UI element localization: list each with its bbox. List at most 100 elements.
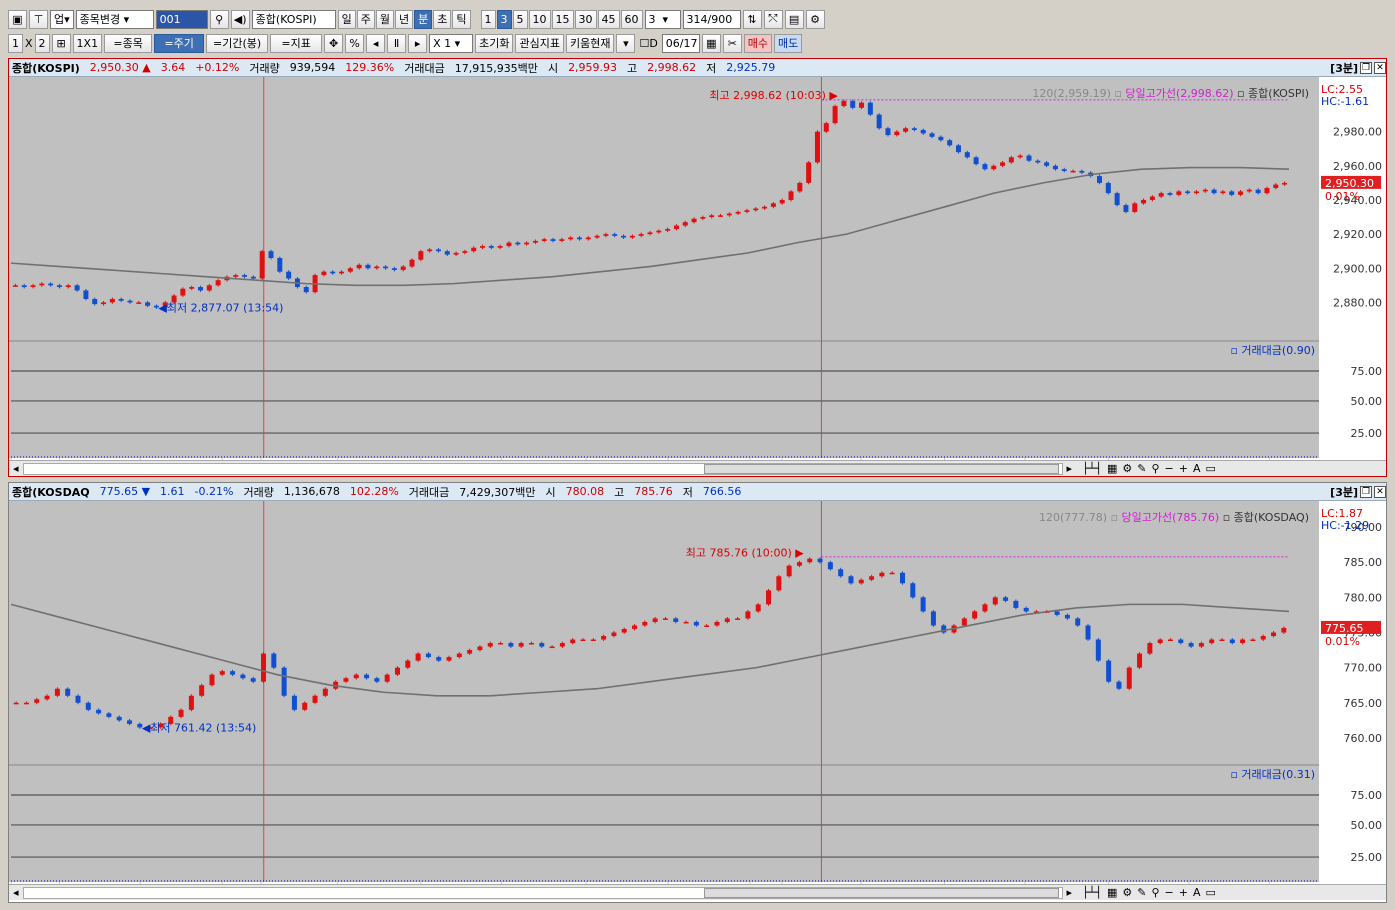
prev-icon[interactable]: ◂ — [366, 33, 386, 53]
minute-15[interactable]: 15 — [551, 9, 574, 29]
interest-indicator-button[interactable]: 관심지표 — [515, 33, 564, 53]
scroll-track[interactable] — [22, 886, 1063, 899]
candle — [85, 701, 91, 712]
by-range-button[interactable]: =기간(봉) — [206, 33, 269, 53]
zoom-slider-icon[interactable]: ├┴┤ — [1082, 462, 1102, 475]
layout-1-button[interactable]: 1 — [8, 33, 23, 53]
magnifier-icon[interactable]: ⚲ — [1151, 462, 1159, 475]
compare-icon[interactable]: ⇅ — [742, 9, 762, 29]
window-tool-icon[interactable]: ▭ — [1205, 462, 1215, 475]
interval-badge[interactable]: [3분] — [1330, 484, 1358, 500]
candle — [1105, 181, 1111, 195]
zoom-select[interactable]: X 1 ▾ — [429, 33, 474, 53]
minute-1[interactable]: 1 — [480, 9, 496, 29]
period-tick[interactable]: 틱 — [452, 9, 471, 29]
kiwoom-now-button[interactable]: 키움현재 — [565, 33, 615, 53]
grid-icon[interactable]: ⊞ — [51, 33, 71, 53]
scroll-left-icon[interactable]: ◂ — [9, 462, 23, 475]
scissors-icon[interactable]: ✂ — [722, 33, 742, 53]
scroll-thumb[interactable] — [703, 887, 1059, 898]
text-tool-icon[interactable]: A — [1193, 462, 1201, 475]
grid-1x1-button[interactable]: 1X1 — [72, 33, 103, 53]
interval-badge[interactable]: [3분] — [1330, 60, 1358, 76]
chart-tool-icon[interactable]: ⤲ — [763, 9, 783, 29]
by-stock-button[interactable]: =종목 — [104, 33, 153, 53]
period-value-select[interactable]: 3 ▾ — [644, 9, 681, 29]
pin-icon[interactable]: ⊤ — [29, 9, 48, 29]
scroll-right-icon[interactable]: ▸ — [1063, 462, 1077, 475]
count-display[interactable]: 314/900 — [682, 9, 741, 29]
window-icon[interactable]: ▣ — [8, 9, 27, 29]
minute-60[interactable]: 60 — [620, 9, 643, 29]
period-year[interactable]: 년 — [395, 9, 414, 29]
plus-icon[interactable]: + — [1179, 462, 1188, 475]
volume-ratio: 129.36% — [345, 61, 395, 74]
y-tick-label: 780.00 — [1344, 591, 1383, 604]
window-tool-icon[interactable]: ▭ — [1205, 886, 1215, 899]
candle — [920, 595, 926, 613]
interval-value: 3분 — [1335, 485, 1353, 499]
minus-icon[interactable]: − — [1165, 462, 1174, 475]
by-indicator-button[interactable]: =지표 — [270, 33, 323, 53]
minute-45[interactable]: 45 — [597, 9, 620, 29]
sell-button[interactable]: 매도 — [774, 33, 803, 53]
period-day[interactable]: 일 — [337, 9, 356, 29]
by-period-button[interactable]: =주기 — [154, 33, 205, 53]
minute-10[interactable]: 10 — [528, 9, 551, 29]
percent-button[interactable]: % — [345, 33, 365, 53]
dropdown-icon[interactable]: ▾ — [616, 33, 636, 53]
move-icon[interactable]: ✥ — [324, 33, 344, 53]
draw-tool-icon[interactable]: ✎ — [1137, 886, 1146, 899]
period-minute[interactable]: 분 — [414, 9, 433, 29]
chart-canvas[interactable]: 2,980.002,960.002,940.002,920.002,900.00… — [9, 77, 1386, 460]
scroll-thumb[interactable] — [703, 463, 1059, 474]
date-checkbox-wrap[interactable]: ☐ D — [637, 34, 659, 53]
save-icon[interactable]: ▤ — [784, 9, 804, 29]
minute-5[interactable]: 5 — [512, 9, 528, 29]
candle — [286, 270, 292, 280]
minute-3[interactable]: 3 — [496, 9, 512, 29]
market-select[interactable]: 업 ▾ — [50, 9, 74, 29]
close-icon[interactable]: ✕ — [1374, 61, 1386, 74]
minus-icon[interactable]: − — [1165, 886, 1174, 899]
buy-button[interactable]: 매수 — [743, 33, 773, 53]
high-value: 785.76 — [634, 485, 673, 498]
gear-icon[interactable]: ⚙ — [805, 9, 825, 29]
y-tick-label: 2,960.00 — [1333, 160, 1382, 173]
pause-icon[interactable]: Ⅱ — [387, 33, 407, 53]
speaker-icon[interactable]: ◀) — [230, 9, 250, 29]
text-tool-icon[interactable]: A — [1193, 886, 1201, 899]
grid-tool-icon[interactable]: ▦ — [1107, 462, 1117, 475]
zoom-slider-icon[interactable]: ├┴┤ — [1082, 886, 1102, 899]
restore-icon[interactable]: ❐ — [1360, 61, 1372, 74]
date-input[interactable]: 06/17 — [661, 33, 700, 53]
restore-icon[interactable]: ❐ — [1360, 485, 1372, 498]
settings-tool-icon[interactable]: ⚙ — [1122, 462, 1132, 475]
close-icon[interactable]: ✕ — [1374, 485, 1386, 498]
index-name: 종합(KOSDAQ — [12, 485, 90, 499]
code-input[interactable]: 001 — [155, 9, 208, 29]
candle — [838, 567, 844, 578]
next-icon[interactable]: ▸ — [408, 33, 428, 53]
layout-2-button[interactable]: 2 — [34, 33, 50, 53]
stock-change-select[interactable]: 종목변경 ▾ — [75, 9, 154, 29]
draw-tool-icon[interactable]: ✎ — [1137, 462, 1146, 475]
calendar-icon[interactable]: ▦ — [701, 33, 721, 53]
minute-30[interactable]: 30 — [574, 9, 597, 29]
magnifier-icon[interactable]: ⚲ — [1151, 886, 1159, 899]
period-second[interactable]: 초 — [433, 9, 452, 29]
reset-button[interactable]: 초기화 — [475, 33, 514, 53]
search-icon[interactable]: ⚲ — [209, 9, 229, 29]
plus-icon[interactable]: + — [1179, 886, 1188, 899]
grid-tool-icon[interactable]: ▦ — [1107, 886, 1117, 899]
candle — [955, 143, 961, 154]
volume-label: 거래량 — [243, 485, 274, 499]
scroll-track[interactable] — [22, 462, 1063, 475]
period-month[interactable]: 월 — [375, 9, 395, 29]
interval-value: 3분 — [1335, 61, 1353, 75]
settings-tool-icon[interactable]: ⚙ — [1122, 886, 1132, 899]
scroll-left-icon[interactable]: ◂ — [9, 886, 23, 899]
scroll-right-icon[interactable]: ▸ — [1063, 886, 1077, 899]
period-week[interactable]: 주 — [356, 9, 375, 29]
chart-canvas[interactable]: 790.00785.00780.00775.00770.00765.00760.… — [9, 501, 1386, 884]
